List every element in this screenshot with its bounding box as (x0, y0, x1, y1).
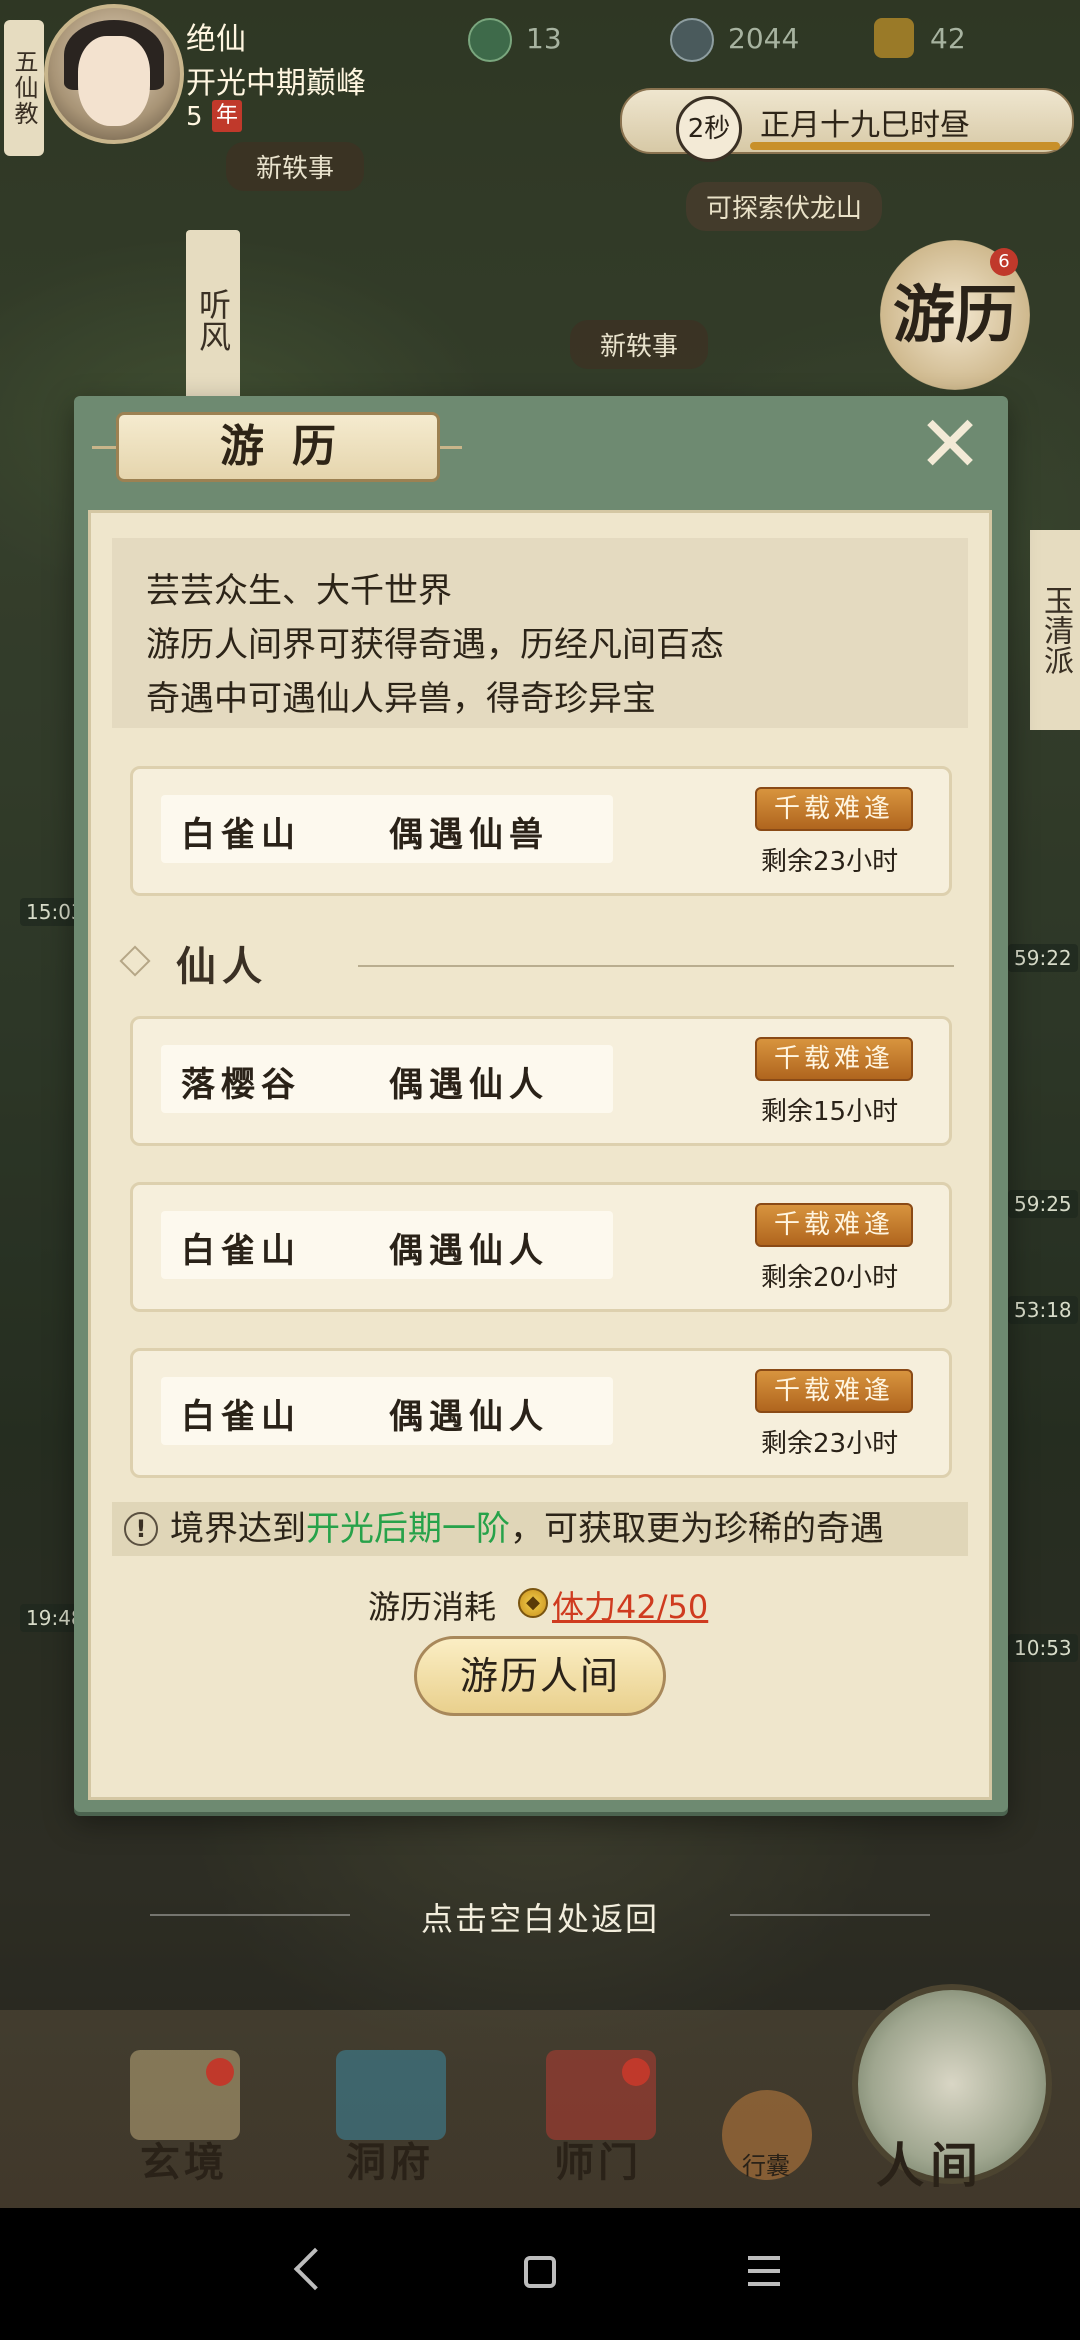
encounter-card-immortal[interactable]: 白雀山 偶遇仙人 千载难逢 剩余20小时 (130, 1182, 952, 1312)
nav-xingnang[interactable]: 行囊 (742, 2146, 790, 2181)
remaining-time: 剩余20小时 (761, 1263, 899, 1293)
explore-tag[interactable]: 可探索伏龙山 (686, 182, 883, 231)
section-divider (358, 965, 954, 967)
new-event-tag[interactable]: 新轶事 (226, 142, 365, 191)
return-hint[interactable]: 点击空白处返回 (0, 1894, 1080, 1940)
side-timer: 53:18 (1008, 1296, 1078, 1324)
side-timer: 59:22 (1008, 944, 1078, 972)
encounter-card-immortal[interactable]: 落樱谷 偶遇仙人 千载难逢 剩余15小时 (130, 1016, 952, 1146)
close-icon[interactable]: ✕ (912, 406, 988, 486)
encounter-location: 白雀山 (181, 1397, 301, 1437)
notification-dot (206, 2058, 234, 2086)
rarity-badge: 千载难逢 (755, 1037, 913, 1081)
encounter-type: 偶遇仙人 (389, 1397, 549, 1437)
new-event-tag[interactable]: 新轶事 (570, 320, 709, 369)
youli-count-badge: 6 (990, 248, 1018, 276)
encounter-location: 白雀山 (181, 1231, 301, 1271)
cost-label: 游历消耗 (368, 1588, 497, 1626)
encounter-type: 偶遇仙人 (389, 1065, 549, 1105)
realm-hint: 境界达到开光后期一阶，可获取更为珍稀的奇遇 (112, 1502, 968, 1556)
player-years: 5 (186, 102, 203, 132)
strength-icon (874, 18, 914, 58)
travel-button[interactable]: 游历人间 (414, 1636, 666, 1716)
time-countdown: 2秒 (676, 96, 742, 162)
encounter-location: 白雀山 (181, 815, 301, 855)
hint-suffix: ，可获取更为珍稀的奇遇 (510, 1509, 884, 1549)
encounter-card-beast[interactable]: 白雀山 偶遇仙兽 千载难逢 剩余23小时 (130, 766, 952, 896)
tingfeng-tag[interactable]: 听风 (186, 230, 240, 410)
sect-tag: 五仙教 (4, 20, 44, 156)
dialog-title-plaque: 游历 (116, 412, 440, 482)
side-timer: 59:25 (1008, 1190, 1078, 1218)
yuqing-sect-tag[interactable]: 玉清派 (1030, 530, 1080, 730)
hint-prefix: 境界达到 (170, 1509, 306, 1549)
nav-dongfu[interactable]: 洞府 (346, 2130, 434, 2188)
intro-text: 芸芸众生、大千世界 游历人间界可获得奇遇，历经凡间百态 奇遇中可遇仙人异兽，得奇… (112, 538, 968, 728)
side-timer: 10:53 (1008, 1634, 1078, 1662)
intro-line: 游历人间界可获得奇遇，历经凡间百态 (146, 625, 724, 665)
encounter-type: 偶遇仙人 (389, 1231, 549, 1271)
intro-line: 奇遇中可遇仙人异兽，得奇珍异宝 (146, 679, 656, 719)
notification-dot (622, 2058, 650, 2086)
year-unit-badge: 年 (212, 100, 242, 132)
rarity-badge: 千载难逢 (755, 1203, 913, 1247)
section-title-immortal: 仙人 (176, 944, 268, 990)
player-realm: 开光中期巅峰 (186, 66, 366, 101)
jade-count: 13 (526, 22, 562, 55)
rarity-badge: 千载难逢 (755, 1369, 913, 1413)
encounter-type: 偶遇仙兽 (389, 815, 549, 855)
intro-line: 芸芸众生、大千世界 (146, 571, 452, 611)
menu-icon[interactable] (748, 2256, 780, 2286)
coin-count: 2044 (728, 22, 800, 55)
stamina-cost[interactable]: 体力42/50 (552, 1582, 708, 1628)
dialog-title: 游历 (220, 421, 364, 472)
jade-icon (468, 18, 512, 62)
remaining-time: 剩余23小时 (761, 1429, 899, 1459)
rarity-badge: 千载难逢 (755, 787, 913, 831)
avatar-face (78, 36, 150, 126)
remaining-time: 剩余23小时 (761, 847, 899, 877)
home-icon[interactable] (524, 2256, 556, 2288)
game-date: 正月十九巳时昼 (760, 108, 970, 143)
hint-highlight: 开光后期一阶 (306, 1509, 510, 1549)
remaining-time: 剩余15小时 (761, 1097, 899, 1127)
encounter-location: 落樱谷 (181, 1065, 301, 1105)
coin-icon (670, 18, 714, 62)
nav-renjian[interactable]: 人间 (876, 2126, 984, 2196)
exclamation-icon: ! (124, 1512, 158, 1546)
player-avatar[interactable] (44, 4, 184, 144)
nav-shimen[interactable]: 师门 (554, 2130, 642, 2188)
stamina-icon: ◆ (518, 1588, 548, 1618)
nav-xuanjing[interactable]: 玄境 (140, 2130, 228, 2188)
strength-count: 42 (930, 22, 966, 55)
player-name: 绝仙 (186, 22, 246, 57)
pavilion-icon[interactable] (336, 2050, 446, 2140)
encounter-card-immortal[interactable]: 白雀山 偶遇仙人 千载难逢 剩余23小时 (130, 1348, 952, 1478)
